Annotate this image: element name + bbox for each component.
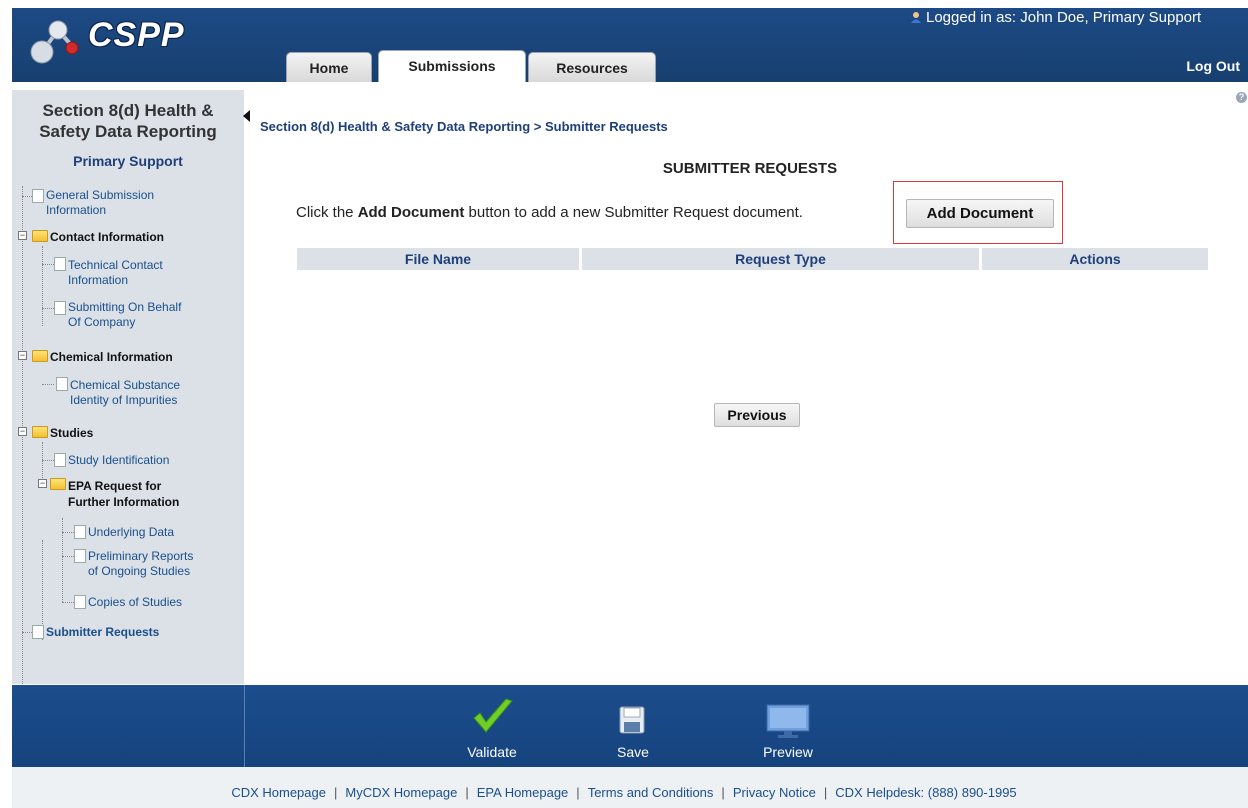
cdx-homepage-link[interactable]: CDX Homepage: [231, 785, 326, 800]
sidebar-item-chemical-substance[interactable]: Chemical Substance Identity of Impuritie…: [70, 378, 180, 408]
column-header-actions: Actions: [982, 248, 1208, 270]
document-icon: [32, 189, 44, 203]
logout-link[interactable]: Log Out: [1186, 58, 1240, 74]
monitor-icon: [766, 704, 810, 738]
document-icon: [74, 549, 86, 563]
document-icon: [54, 257, 66, 271]
login-prefix: Logged in as:: [926, 9, 1021, 26]
folder-icon: [32, 350, 48, 362]
add-document-button[interactable]: Add Document: [906, 199, 1054, 228]
user-icon: [911, 12, 921, 23]
document-icon: [56, 377, 68, 391]
sidebar: Section 8(d) Health & Safety Data Report…: [12, 90, 244, 726]
folder-icon: [32, 426, 48, 438]
folder-icon: [50, 478, 66, 490]
checkmark-icon: [473, 698, 513, 733]
collapse-icon[interactable]: −: [18, 231, 27, 240]
label: Of Company: [68, 315, 136, 329]
label: General Submission: [46, 188, 155, 202]
preview-label: Preview: [763, 744, 813, 760]
tree-line: [42, 246, 43, 326]
privacy-link[interactable]: Privacy Notice: [733, 785, 816, 800]
floppy-disk-icon: [619, 706, 645, 734]
document-icon: [74, 525, 86, 539]
sidebar-item-contact-information[interactable]: Contact Information: [50, 230, 164, 244]
instruction-bold: Add Document: [357, 204, 465, 221]
sidebar-title-line2: Safety Data Reporting: [39, 122, 217, 141]
collapse-icon[interactable]: −: [18, 427, 27, 436]
instruction-post: button to add a new Submitter Request do…: [464, 204, 803, 221]
logo-text: CSPP: [88, 16, 185, 54]
save-button[interactable]: Save: [605, 692, 661, 762]
label: Information: [68, 273, 129, 287]
instruction-pre: Click the: [296, 204, 358, 221]
helpdesk-link[interactable]: CDX Helpdesk: (888) 890-1995: [835, 785, 1016, 800]
previous-button[interactable]: Previous: [714, 403, 800, 427]
preview-button[interactable]: Preview: [752, 692, 824, 762]
sidebar-item-study-identification[interactable]: Study Identification: [68, 453, 169, 468]
cspp-logo[interactable]: CSPP: [28, 14, 228, 68]
column-header-file-name: File Name: [297, 248, 579, 270]
label: Further Information: [68, 495, 180, 509]
help-icon[interactable]: ?: [1236, 92, 1247, 103]
tab-submissions[interactable]: Submissions: [378, 50, 526, 82]
terms-link[interactable]: Terms and Conditions: [588, 785, 714, 800]
label: Preliminary Reports: [88, 549, 194, 563]
validate-label: Validate: [467, 744, 517, 760]
sidebar-item-studies[interactable]: Studies: [50, 426, 93, 440]
sidebar-item-preliminary-reports[interactable]: Preliminary Reports of Ongoing Studies: [88, 549, 193, 579]
tab-resources[interactable]: Resources: [528, 52, 656, 82]
column-header-request-type: Request Type: [582, 248, 979, 270]
sidebar-item-submitting-on-behalf[interactable]: Submitting On Behalf Of Company: [68, 300, 181, 330]
sidebar-item-copies-of-studies[interactable]: Copies of Studies: [88, 595, 182, 610]
document-icon: [54, 301, 66, 315]
document-icon: [54, 453, 66, 467]
sidebar-item-general-submission[interactable]: General Submission Information: [46, 188, 154, 218]
sidebar-title: Section 8(d) Health & Safety Data Report…: [12, 100, 244, 142]
collapse-icon[interactable]: −: [38, 479, 47, 488]
epa-homepage-link[interactable]: EPA Homepage: [477, 785, 569, 800]
save-label: Save: [617, 744, 649, 760]
document-icon: [74, 595, 86, 609]
label: Submitting On Behalf: [68, 300, 182, 314]
sidebar-title-line1: Section 8(d) Health &: [42, 101, 214, 120]
label: of Ongoing Studies: [88, 564, 191, 578]
molecule-icon: [30, 20, 79, 64]
collapse-icon[interactable]: −: [18, 351, 27, 360]
label: Identity of Impurities: [70, 393, 178, 407]
tab-home[interactable]: Home: [286, 52, 372, 82]
footer-divider: [244, 685, 245, 767]
sidebar-item-chemical-information[interactable]: Chemical Information: [50, 350, 173, 364]
tree-line: [22, 186, 23, 726]
sidebar-item-technical-contact[interactable]: Technical Contact Information: [68, 258, 163, 288]
label: EPA Request for: [68, 479, 162, 493]
sidebar-item-submitter-requests[interactable]: Submitter Requests: [46, 625, 159, 640]
login-user: John Doe, Primary Support: [1020, 9, 1202, 26]
label: Technical Contact: [68, 258, 163, 272]
sidebar-item-epa-request[interactable]: EPA Request for Further Information: [68, 478, 179, 510]
footer-links: CDX Homepage | MyCDX Homepage | EPA Homepage…: [231, 785, 1017, 800]
instruction-text: Click the Add Document button to add a n…: [296, 204, 803, 221]
sidebar-role: Primary Support: [73, 153, 183, 169]
breadcrumb: Section 8(d) Health & Safety Data Report…: [260, 119, 668, 134]
mycdx-homepage-link[interactable]: MyCDX Homepage: [345, 785, 457, 800]
page-title: SUBMITTER REQUESTS: [662, 160, 838, 177]
sidebar-collapse-icon[interactable]: [243, 110, 250, 122]
tree-line: [62, 518, 63, 602]
folder-icon: [32, 230, 48, 242]
label: Chemical Substance: [70, 378, 181, 392]
login-status: Logged in as: John Doe, Primary Support: [910, 9, 1201, 26]
document-icon: [32, 625, 44, 639]
label: Information: [46, 203, 107, 217]
validate-button[interactable]: Validate: [450, 692, 534, 762]
sidebar-item-underlying-data[interactable]: Underlying Data: [88, 525, 174, 540]
